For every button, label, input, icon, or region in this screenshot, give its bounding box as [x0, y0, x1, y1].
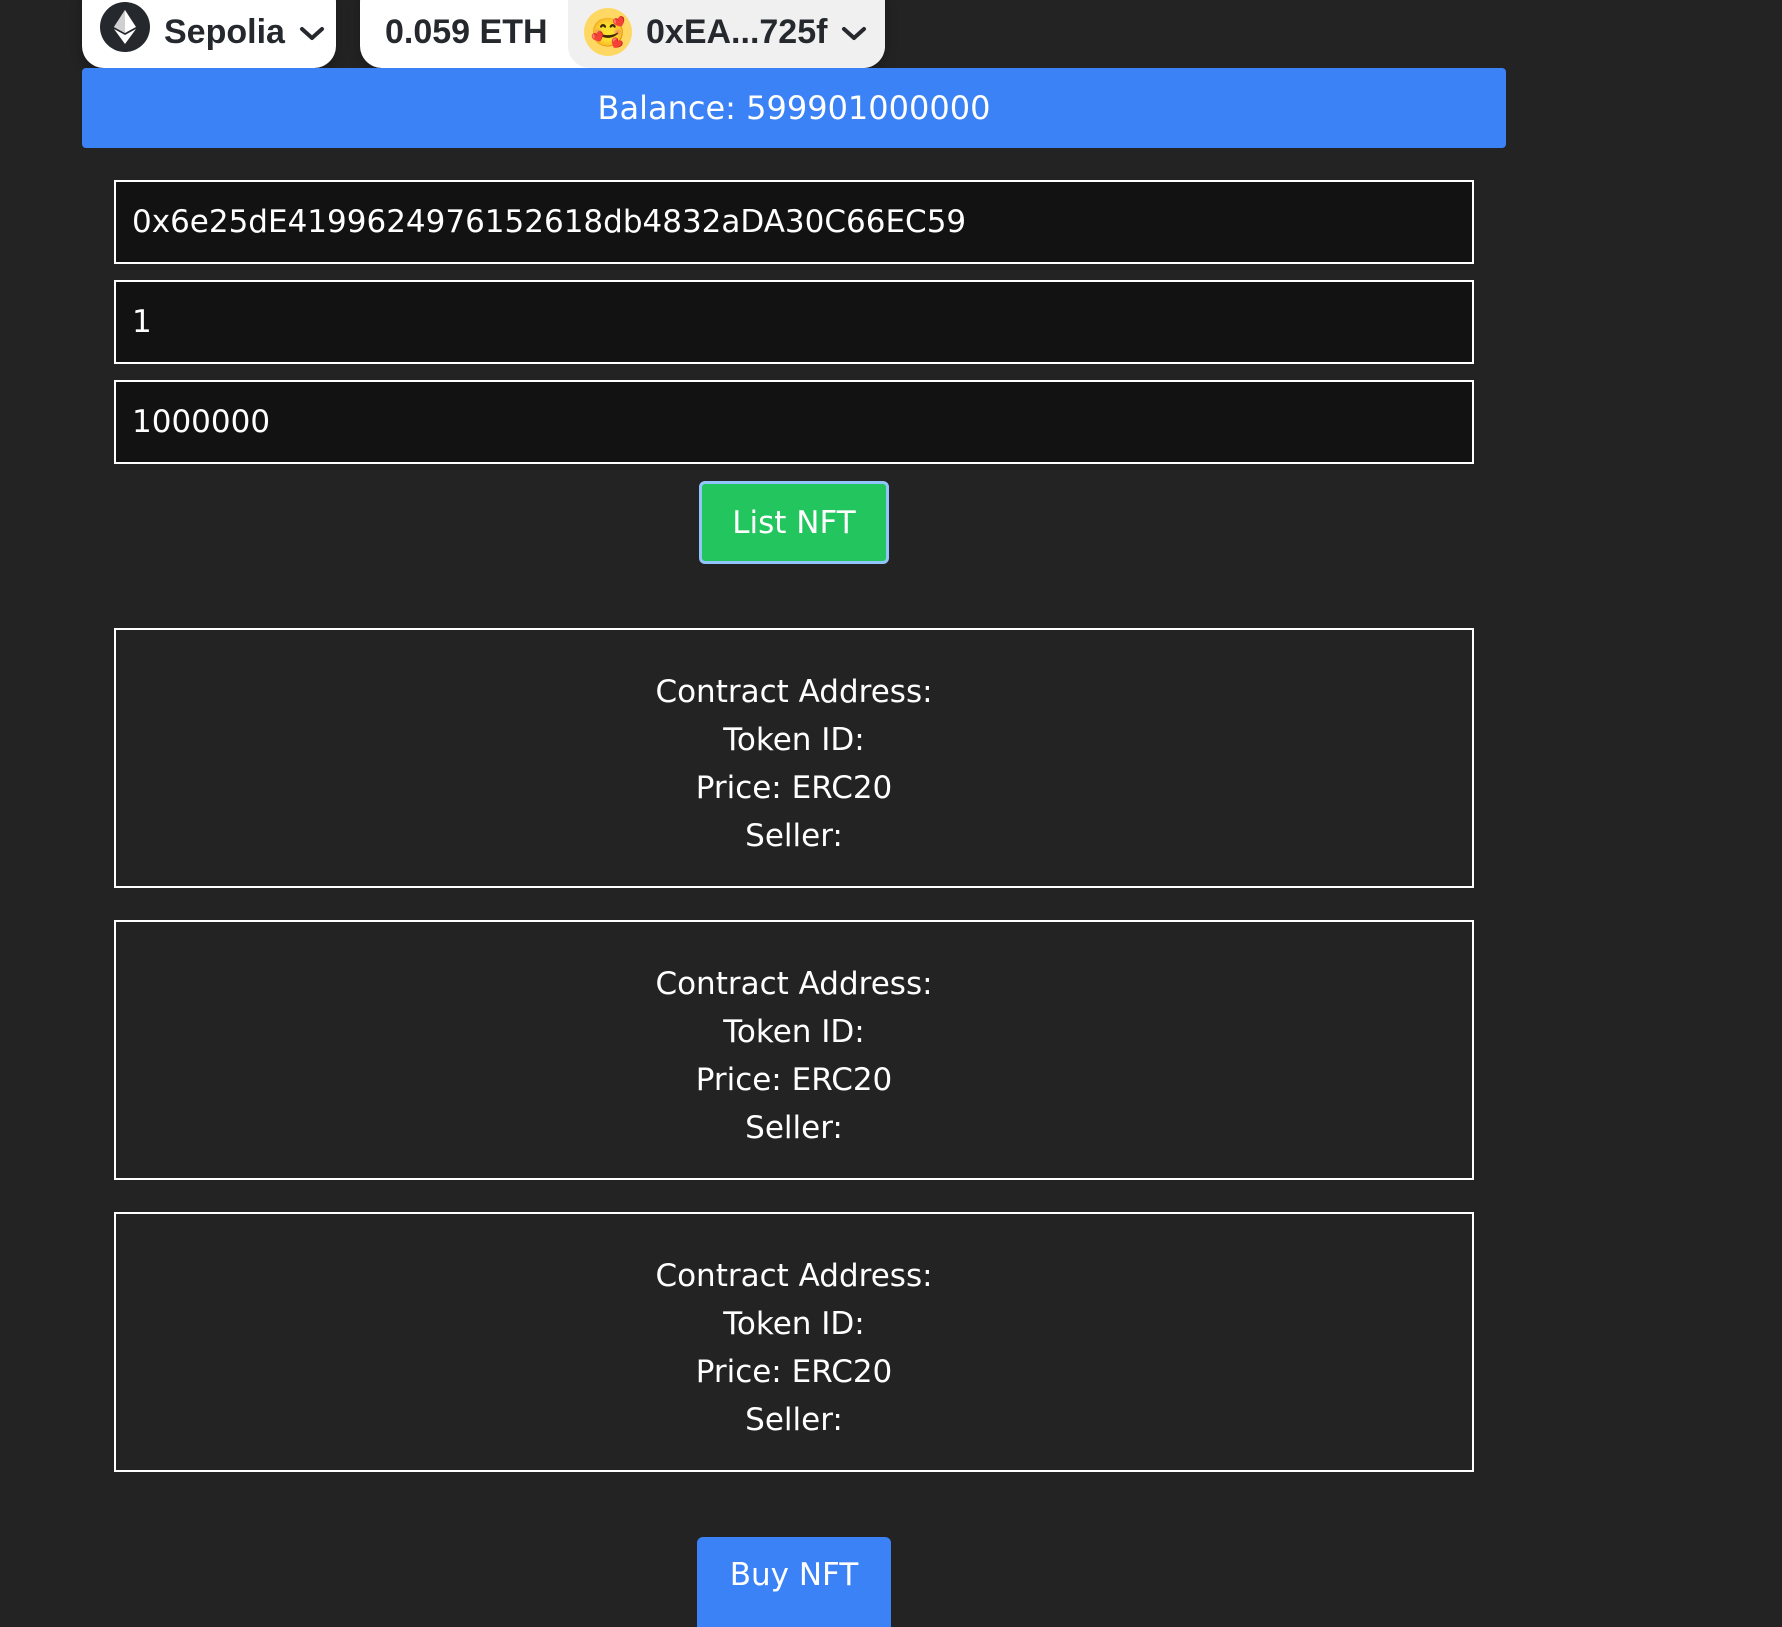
eth-balance: 0.059 ETH — [385, 13, 548, 51]
listing-price: Price: ERC20 — [695, 770, 893, 806]
listing-price: Price: ERC20 — [695, 1062, 893, 1098]
price-input[interactable] — [114, 380, 1474, 464]
network-name: Sepolia — [164, 13, 285, 51]
listing-contract-address: Contract Address: — [655, 966, 933, 1002]
listing-price: Price: ERC20 — [695, 1354, 893, 1390]
listing-card: Contract Address: Token ID: Price: ERC20… — [114, 628, 1474, 888]
avatar: 🥰 — [584, 8, 632, 56]
listing-card: Contract Address: Token ID: Price: ERC20… — [114, 920, 1474, 1180]
listing-contract-address: Contract Address: — [655, 674, 933, 710]
listing-seller: Seller: — [745, 818, 843, 854]
network-selector-button[interactable]: Sepolia — [82, 0, 336, 68]
listing-seller: Seller: — [745, 1402, 843, 1438]
account-button[interactable]: 0.059 ETH 🥰 0xEA...725f — [360, 0, 885, 68]
token-id-input[interactable] — [114, 280, 1474, 364]
account-address: 0xEA...725f — [646, 13, 828, 51]
list-nft-button[interactable]: List NFT — [699, 481, 889, 564]
buy-nft-button[interactable]: Buy NFT — [697, 1537, 891, 1627]
listing-token-id: Token ID: — [723, 1306, 865, 1342]
account-address-pill[interactable]: 🥰 0xEA...725f — [568, 0, 885, 68]
listing-token-id: Token ID: — [723, 722, 865, 758]
ethereum-icon — [100, 2, 150, 52]
listing-card: Contract Address: Token ID: Price: ERC20… — [114, 1212, 1474, 1472]
chevron-down-icon — [299, 26, 325, 46]
balance-bar: Balance: 599901000000 — [82, 68, 1506, 148]
listing-contract-address: Contract Address: — [655, 1258, 933, 1294]
contract-address-input[interactable] — [114, 180, 1474, 264]
chevron-down-icon — [841, 26, 867, 46]
listing-token-id: Token ID: — [723, 1014, 865, 1050]
listing-seller: Seller: — [745, 1110, 843, 1146]
